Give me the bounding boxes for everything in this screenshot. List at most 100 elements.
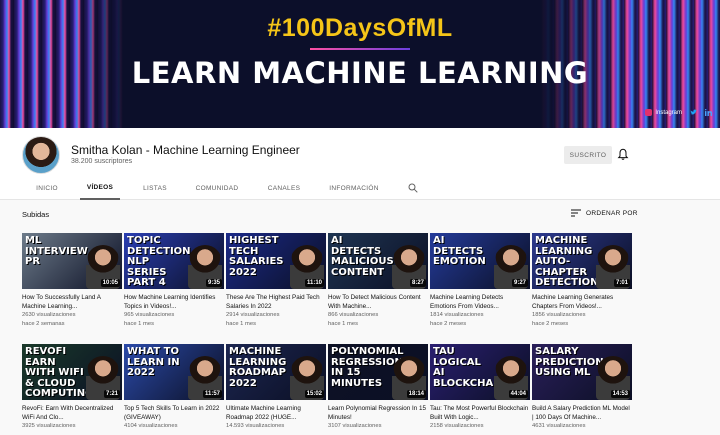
video-duration: 7:01 <box>613 279 630 287</box>
video-card[interactable]: HIGHEST TECH SALARIES 2022 11:10 These Are… <box>226 233 326 328</box>
video-title[interactable]: Machine Learning Detects Emotions From V… <box>430 293 530 311</box>
banner-link-twitter[interactable] <box>690 109 697 116</box>
video-duration: 11:57 <box>202 390 222 398</box>
thumbnail-caption: SALARY PREDICTION USING ML <box>535 346 604 378</box>
video-thumbnail[interactable]: ML INTERVIEW PR 10:05 <box>22 233 122 289</box>
video-title[interactable]: Machine Learning Generates Chapters From… <box>532 293 632 311</box>
search-icon[interactable] <box>408 183 418 193</box>
video-title[interactable]: RevoFi: Earn With Decentralized WiFi And… <box>22 404 122 422</box>
video-age: hace 2 semanas <box>22 320 65 327</box>
instagram-icon <box>645 109 653 116</box>
video-thumbnail[interactable]: SALARY PREDICTION USING ML 14:53 <box>532 344 632 400</box>
thumbnail-caption: MACHINE LEARNING AUTO-CHAPTER DETECTION <box>535 235 599 288</box>
video-card[interactable]: AI DETECTS MALICIOUS CONTENT 8:27 How To D… <box>328 233 428 328</box>
tab-informacion[interactable]: INFORMACIÓN <box>324 176 384 200</box>
video-thumbnail[interactable]: TAU LOGICAL AI BLOCKCHAIN 44:04 <box>430 344 530 400</box>
video-card[interactable]: MACHINE LEARNING ROADMAP 2022 15:02 Ultima… <box>226 344 326 431</box>
video-thumbnail[interactable]: WHAT TO LEARN IN 2022 11:57 <box>124 344 224 400</box>
video-age: hace 2 meses <box>532 320 569 327</box>
subscriber-count: 38.200 suscriptores <box>71 158 133 165</box>
video-thumbnail[interactable]: TOPIC DETECTION NLP SERIES PART 4 9:35 <box>124 233 224 289</box>
linkedin-icon <box>705 109 712 116</box>
video-card[interactable]: REVOFI EARN WITH WIFI & CLOUD COMPUTING 7… <box>22 344 122 431</box>
video-views: 3107 visualizaciones <box>328 423 382 429</box>
video-views: 866 visualizaciones <box>328 312 379 318</box>
video-duration: 7:21 <box>103 390 120 398</box>
video-title[interactable]: Learn Polynomial Regression In 15 Minute… <box>328 404 428 422</box>
video-title[interactable]: How To Successfully Land A Machine Learn… <box>22 293 122 311</box>
thumbnail-caption: WHAT TO LEARN IN 2022 <box>127 346 180 378</box>
video-title[interactable]: Tau: The Most Powerful Blockchain Built … <box>430 404 530 422</box>
video-age: hace 1 mes <box>328 320 358 327</box>
video-title[interactable]: How To Detect Malicious Content With Mac… <box>328 293 428 311</box>
channel-avatar[interactable] <box>22 136 60 174</box>
video-duration: 18:14 <box>406 390 426 398</box>
banner-hashtag: #100DaysOfML <box>267 14 453 42</box>
video-duration: 9:35 <box>205 279 222 287</box>
video-title[interactable]: Top 5 Tech Skills To Learn in 2022 (GIVE… <box>124 404 224 422</box>
video-card[interactable]: MACHINE LEARNING AUTO-CHAPTER DETECTION 7… <box>532 233 632 328</box>
sort-button[interactable]: ORDENAR POR <box>571 209 638 217</box>
video-duration: 15:02 <box>304 390 324 398</box>
channel-page: #100DaysOfML LEARN MACHINE LEARNING Inst… <box>0 0 720 435</box>
video-duration: 10:05 <box>100 279 120 287</box>
banner-link-label: Instagram <box>655 109 682 116</box>
thumbnail-caption: POLYNOMIAL REGRESSION IN 15 MINUTES <box>331 346 404 389</box>
video-title[interactable]: Build A Salary Prediction ML Model | 100… <box>532 404 632 422</box>
video-duration: 9:27 <box>511 279 528 287</box>
video-views: 2630 visualizaciones <box>22 312 76 318</box>
channel-tabs: INICIO VÍDEOS LISTAS COMUNIDAD CANALES I… <box>0 176 720 200</box>
video-views: 2914 visualizaciones <box>226 312 280 318</box>
banner-title: LEARN MACHINE LEARNING <box>131 56 589 90</box>
banner-social-links: Instagram <box>645 109 712 116</box>
video-age: hace 2 meses <box>430 320 467 327</box>
video-thumbnail[interactable]: AI DETECTS EMOTION 9:27 <box>430 233 530 289</box>
banner-link-linkedin[interactable] <box>705 109 712 116</box>
video-card[interactable]: POLYNOMIAL REGRESSION IN 15 MINUTES 18:14… <box>328 344 428 431</box>
thumbnail-caption: ML INTERVIEW PR <box>25 235 88 267</box>
video-duration: 14:53 <box>610 390 630 398</box>
thumbnail-caption: MACHINE LEARNING ROADMAP 2022 <box>229 346 287 389</box>
notification-bell-icon[interactable] <box>617 148 629 161</box>
video-thumbnail[interactable]: POLYNOMIAL REGRESSION IN 15 MINUTES 18:14 <box>328 344 428 400</box>
tab-listas[interactable]: LISTAS <box>135 176 175 200</box>
thumbnail-caption: TAU LOGICAL AI BLOCKCHAIN <box>433 346 506 389</box>
thumbnail-caption: TOPIC DETECTION NLP SERIES PART 4 <box>127 235 191 288</box>
thumbnail-caption: REVOFI EARN WITH WIFI & CLOUD COMPUTING <box>25 346 94 399</box>
video-card[interactable]: TOPIC DETECTION NLP SERIES PART 4 9:35 How… <box>124 233 224 328</box>
tab-comunidad[interactable]: COMUNIDAD <box>191 176 243 200</box>
thumbnail-caption: AI DETECTS MALICIOUS CONTENT <box>331 235 394 278</box>
video-views: 4631 visualizaciones <box>532 423 586 429</box>
video-views: 3925 visualizaciones <box>22 423 76 429</box>
tab-videos[interactable]: VÍDEOS <box>80 176 120 200</box>
video-card[interactable]: WHAT TO LEARN IN 2022 11:57 Top 5 Tech Ski… <box>124 344 224 431</box>
video-card[interactable]: TAU LOGICAL AI BLOCKCHAIN 44:04 Tau: The M… <box>430 344 530 431</box>
video-views: 4104 visualizaciones <box>124 423 178 429</box>
video-thumbnail[interactable]: AI DETECTS MALICIOUS CONTENT 8:27 <box>328 233 428 289</box>
video-title[interactable]: These Are The Highest Paid Tech Salaries… <box>226 293 326 311</box>
video-views: 965 visualizaciones <box>124 312 175 318</box>
sort-icon <box>571 209 581 217</box>
tab-inicio[interactable]: INICIO <box>28 176 66 200</box>
video-card[interactable]: ML INTERVIEW PR 10:05 How To Successfully … <box>22 233 122 328</box>
twitter-icon <box>690 109 697 115</box>
video-duration: 8:27 <box>409 279 426 287</box>
banner-divider <box>310 48 410 50</box>
video-title[interactable]: How Machine Learning Identifies Topics i… <box>124 293 224 311</box>
subscribed-button[interactable]: SUSCRITO <box>564 146 612 164</box>
video-age: hace 1 mes <box>226 320 256 327</box>
video-views: 1856 visualizaciones <box>532 312 586 318</box>
thumbnail-caption: HIGHEST TECH SALARIES 2022 <box>229 235 284 278</box>
video-thumbnail[interactable]: MACHINE LEARNING ROADMAP 2022 15:02 <box>226 344 326 400</box>
banner-link-instagram[interactable]: Instagram <box>645 109 682 116</box>
video-age: hace 1 mes <box>124 320 154 327</box>
section-title: Subidas <box>22 210 50 219</box>
video-views: 2158 visualizaciones <box>430 423 484 429</box>
video-title[interactable]: Ultimate Machine Learning Roadmap 2022 (… <box>226 404 326 422</box>
video-thumbnail[interactable]: HIGHEST TECH SALARIES 2022 11:10 <box>226 233 326 289</box>
video-thumbnail[interactable]: MACHINE LEARNING AUTO-CHAPTER DETECTION 7… <box>532 233 632 289</box>
tab-canales[interactable]: CANALES <box>262 176 306 200</box>
video-card[interactable]: AI DETECTS EMOTION 9:27 Machine Learning D… <box>430 233 530 328</box>
video-thumbnail[interactable]: REVOFI EARN WITH WIFI & CLOUD COMPUTING 7… <box>22 344 122 400</box>
video-card[interactable]: SALARY PREDICTION USING ML 14:53 Build A S… <box>532 344 632 431</box>
